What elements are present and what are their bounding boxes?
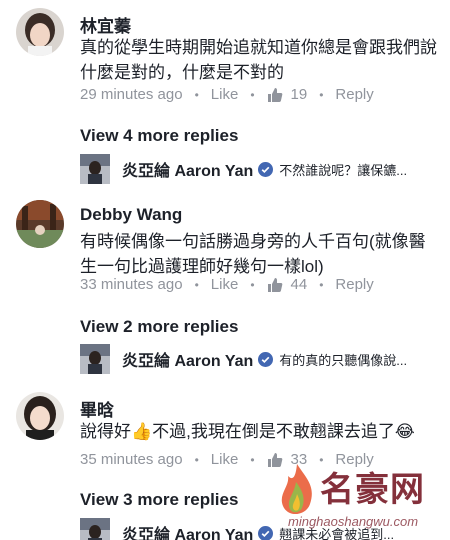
verified-badge-icon bbox=[258, 161, 274, 177]
separator-dot: • bbox=[250, 452, 255, 467]
view-more-replies-link[interactable]: View 2 more replies bbox=[80, 317, 238, 337]
commenter-name[interactable]: 林宜蓁 bbox=[80, 12, 131, 37]
reply-avatar[interactable] bbox=[80, 344, 110, 374]
reply-author-name[interactable]: 炎亞綸 Aaron Yan bbox=[122, 521, 253, 540]
watermark: 名豪网 minghaoshangwu.com bbox=[272, 460, 450, 540]
reply-avatar[interactable] bbox=[80, 518, 110, 540]
timestamp[interactable]: 29 minutes ago bbox=[80, 86, 183, 103]
comment-meta: 33 minutes ago • Like • 44 • Reply bbox=[80, 276, 374, 293]
separator-dot: • bbox=[250, 87, 255, 102]
comment-text: 真的從學生時期開始追就知道你總是會跟我們說什麼是對的，什麼是不對的 bbox=[80, 38, 437, 82]
separator-dot: • bbox=[250, 277, 255, 292]
like-count[interactable]: 19 bbox=[291, 86, 308, 103]
reply-button[interactable]: Reply bbox=[335, 276, 373, 293]
thumbs-up-icon bbox=[267, 87, 282, 102]
reply-author-name[interactable]: 炎亞綸 Aaron Yan bbox=[122, 347, 253, 371]
separator-dot: • bbox=[194, 87, 199, 102]
reply-author-name[interactable]: 炎亞綸 Aaron Yan bbox=[122, 157, 253, 181]
avatar[interactable] bbox=[16, 8, 64, 56]
timestamp[interactable]: 35 minutes ago bbox=[80, 451, 183, 468]
comment-meta: 29 minutes ago • Like • 19 • Reply bbox=[80, 86, 374, 103]
commenter-name[interactable]: Debby Wang bbox=[80, 205, 182, 225]
avatar[interactable] bbox=[16, 392, 64, 440]
reply-text: 有的真的只聽偶像說... bbox=[279, 352, 408, 368]
like-count[interactable]: 44 bbox=[291, 276, 308, 293]
thumbs-up-icon bbox=[267, 277, 282, 292]
commenter-name[interactable]: 畢晗 bbox=[80, 396, 114, 421]
comment-text: 有時候偶像一句話勝過身旁的人千百句(就像醫生一句比過護理師好幾句一樣lol) bbox=[80, 232, 426, 276]
like-button[interactable]: Like bbox=[211, 276, 239, 293]
like-button[interactable]: Like bbox=[211, 86, 239, 103]
reply-text: 不然誰說呢？讓保鑣... bbox=[279, 162, 408, 178]
separator-dot: • bbox=[194, 277, 199, 292]
view-more-replies-link[interactable]: View 4 more replies bbox=[80, 126, 238, 146]
reply-preview[interactable]: 炎亞綸 Aaron Yan 有的真的只聽偶像說... bbox=[80, 342, 450, 376]
reply-preview[interactable]: 炎亞綸 Aaron Yan 不然誰說呢？讓保鑣... bbox=[80, 152, 450, 186]
verified-badge-icon bbox=[258, 351, 274, 367]
watermark-title: 名豪网 bbox=[320, 471, 425, 509]
reply-avatar[interactable] bbox=[80, 154, 110, 184]
timestamp[interactable]: 33 minutes ago bbox=[80, 276, 183, 293]
separator-dot: • bbox=[319, 277, 324, 292]
reply-button[interactable]: Reply bbox=[335, 86, 373, 103]
like-button[interactable]: Like bbox=[211, 451, 239, 468]
avatar[interactable] bbox=[16, 200, 64, 248]
comment-text: 說得好👍不過,我現在倒是不敢翹課去追了😂 bbox=[80, 422, 415, 441]
watermark-url: minghaoshangwu.com bbox=[288, 514, 419, 529]
separator-dot: • bbox=[194, 452, 199, 467]
view-more-replies-link[interactable]: View 3 more replies bbox=[80, 490, 238, 510]
separator-dot: • bbox=[319, 87, 324, 102]
